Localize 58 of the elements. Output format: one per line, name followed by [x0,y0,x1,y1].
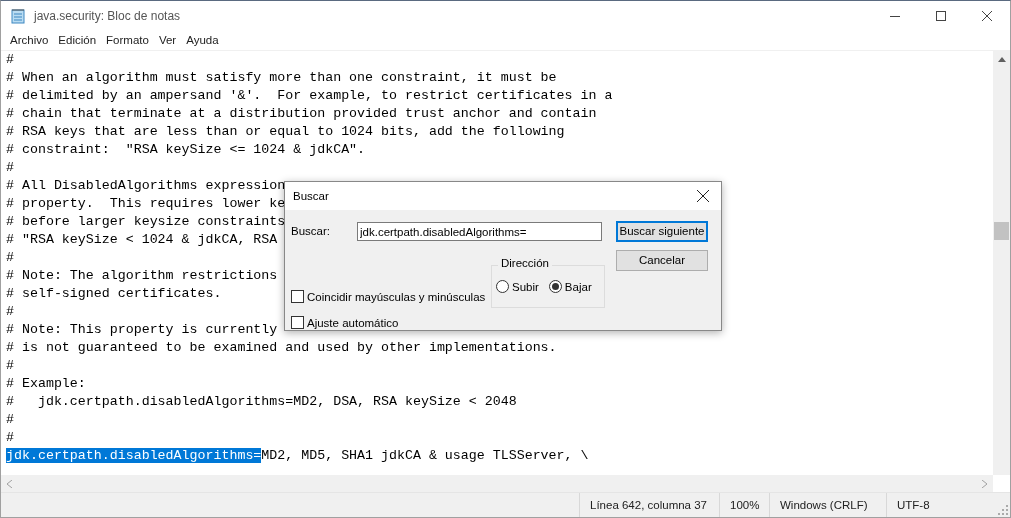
text-line: # "RSA keySize < 1024 & jdkCA, RSA [6,232,278,247]
text-line: # Note: This property is currently [6,322,278,337]
text-line: # [6,160,14,175]
checkbox-label[interactable]: Ajuste automático [307,316,399,329]
text-line: # All DisabledAlgorithms expression [6,178,286,193]
text-line: # [6,358,14,373]
menu-item[interactable]: Archivo [5,34,54,46]
text-line: # [6,430,14,445]
menu-item[interactable]: Edición [53,34,102,46]
text-line: # [6,250,14,265]
text-line: # [6,412,14,427]
menu-item[interactable]: Ayuda [181,34,224,46]
resize-grip-icon[interactable] [998,505,1008,515]
cancel-button[interactable]: Cancelar [616,250,708,271]
selected-text: jdk.certpath.disabledAlgorithms= [6,448,262,463]
group-label: Dirección [498,257,552,269]
menu-item[interactable]: Ver [153,34,182,46]
text-line: # RSA keys that are less than or equal to 1024 bits, add the following [6,124,565,139]
text-line: # constraint: "RSA keySize <= 1024 & jdkCA". [6,142,366,157]
checkbox[interactable] [291,316,304,329]
text-line: # delimited by an ampersand '&'. For example, to restrict certificates in a [6,88,613,103]
close-icon [982,10,992,21]
dialog-title: Buscar [293,190,330,202]
text-line: # Example: [6,376,86,391]
text-line: # Note: The algorithm restrictions [6,268,278,283]
text-line: # self-signed certificates. [6,286,222,301]
close-icon [697,190,709,202]
window-title: java.security: Bloc de notas [34,8,182,23]
text-line: # before larger keysize constraints [6,214,286,229]
checkbox[interactable] [291,290,304,303]
radio-button[interactable] [548,280,562,293]
text-line: MD2, MD5, SHA1 jdkCA & usage TLSServer, \ [261,448,589,463]
maximize-icon [936,10,946,21]
text-line: # is not guaranteed to be examined and used by other implementations. [6,340,557,355]
field-label: Buscar: [291,225,330,237]
scroll-thumb[interactable] [994,222,1009,240]
vertical-scrollbar[interactable] [993,51,1010,475]
text-line: # [6,52,14,67]
status-text: Windows (CRLF) [769,493,886,517]
status-text: Línea 642, columna 37 [579,493,719,517]
radio-label[interactable]: Subir [512,280,539,293]
status-text: 100% [719,493,769,517]
scroll-up-icon[interactable] [997,57,1006,62]
find-next-button[interactable]: Buscar siguiente [616,221,708,242]
text-line: # [6,304,14,319]
notepad-icon [10,7,26,24]
text-line: # When an algorithm must satisfy more than one constraint, it must be [6,70,557,85]
checkbox-label[interactable]: Coincidir mayúsculas y minúsculas [307,290,486,303]
text-line: # chain that terminate at a distribution provided trust anchor and contain [6,106,597,121]
text-line: # property. This requires lower ke [6,196,286,211]
scroll-left-icon[interactable] [7,479,12,488]
radio-label[interactable]: Bajar [564,280,592,293]
menu-item[interactable]: Formato [101,34,154,46]
search-field[interactable]: jdk.certpath.disabledAlgorithms= [357,222,602,241]
text-line: # jdk.certpath.disabledAlgorithms=MD2, DSA, RSA keySize < 2048 [6,394,517,409]
horizontal-scrollbar[interactable] [1,475,993,492]
radio-button[interactable] [496,280,509,293]
scroll-right-icon[interactable] [982,479,987,488]
